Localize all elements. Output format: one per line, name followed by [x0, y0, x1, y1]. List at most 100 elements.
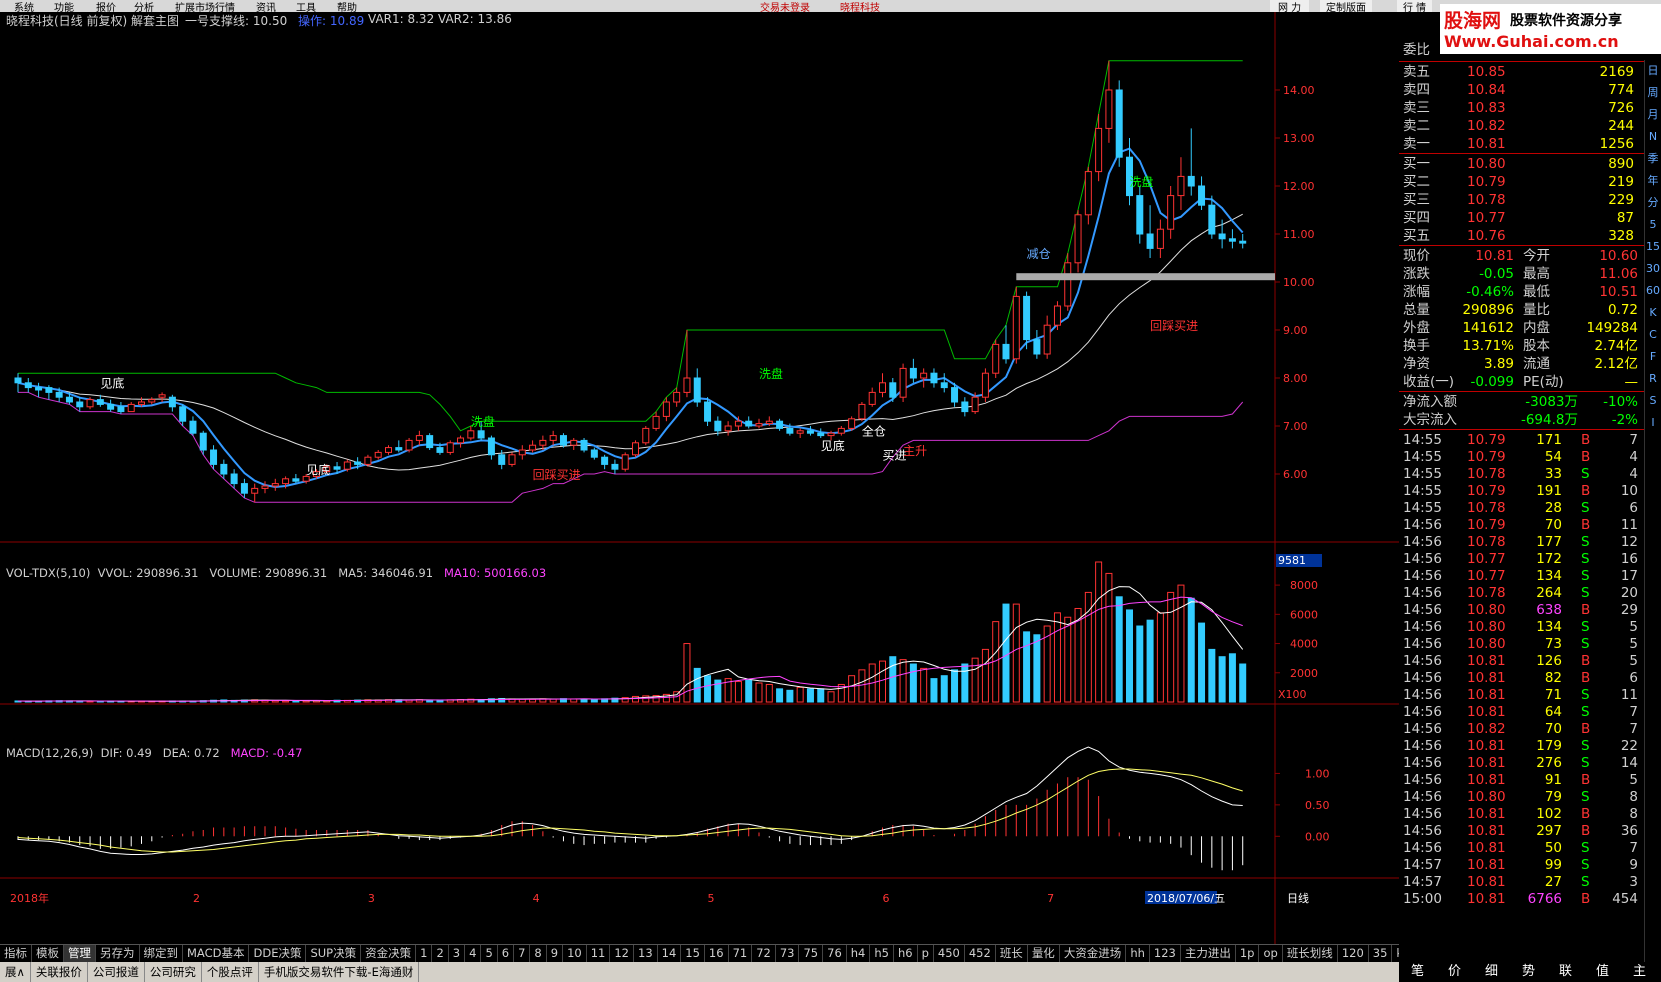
indicator-tab[interactable]: 123 [1150, 945, 1181, 962]
quote-view-tab[interactable]: 值 [1584, 962, 1621, 982]
indicator-tab[interactable]: 452 [965, 945, 996, 962]
stat-value: 2.12亿 [1594, 356, 1638, 372]
menu-trade-status[interactable]: 交易未登录 [760, 0, 810, 12]
indicator-tab[interactable]: 12 [610, 945, 634, 962]
period-button[interactable]: N [1645, 126, 1661, 148]
quote-view-tab[interactable]: 笔 [1399, 962, 1436, 982]
period-button[interactable]: I [1645, 412, 1661, 434]
status-link[interactable]: 个股点评 [202, 962, 259, 982]
period-button[interactable]: 季 [1645, 148, 1661, 170]
period-button[interactable]: F [1645, 346, 1661, 368]
indicator-tab[interactable]: 72 [752, 945, 776, 962]
status-link[interactable]: 公司研究 [145, 962, 202, 982]
candle-body [1002, 343, 1010, 360]
indicator-tab[interactable]: 5 [481, 945, 498, 962]
indicator-tab[interactable]: 2 [432, 945, 449, 962]
indicator-tab[interactable]: 75 [799, 945, 824, 962]
status-link[interactable]: 关联报价 [31, 962, 88, 982]
indicator-tab[interactable]: 8 [530, 945, 547, 962]
indicator-tab[interactable]: 120 [1338, 945, 1369, 962]
period-button[interactable]: K [1645, 302, 1661, 324]
menu-custom-layout[interactable]: 定制版面 [1320, 0, 1372, 12]
indicator-tab[interactable]: 11 [587, 945, 611, 962]
quote-view-tab[interactable]: 势 [1510, 962, 1547, 982]
indicator-tab[interactable]: 指标 [0, 945, 32, 962]
indicator-tab[interactable]: h6 [894, 945, 918, 962]
indicator-tab[interactable]: 6 [498, 945, 515, 962]
indicator-tab[interactable]: 1 [416, 945, 433, 962]
kline-chart-area[interactable]: 14.00 13.00 12.00 11.00 10.00 9.00 8.00 7.00 6.0… [0, 12, 1399, 944]
period-button[interactable]: S [1645, 390, 1661, 412]
indicator-tab[interactable]: 35 [1369, 945, 1393, 962]
indicator-tab[interactable]: hh [1126, 945, 1150, 962]
indicator-tab[interactable]: op [1259, 945, 1283, 962]
indicator-tab[interactable]: 9 [547, 945, 564, 962]
indicator-tab[interactable]: 4 [465, 945, 482, 962]
indicator-tab[interactable]: 模板 [32, 945, 64, 962]
menu-extended-market[interactable]: 扩展市场行情 [175, 0, 235, 12]
indicator-tab[interactable]: 班长划线 [1283, 945, 1338, 962]
indicator-tab[interactable]: p [918, 945, 934, 962]
indicator-tab[interactable]: DDE决策 [249, 945, 307, 962]
period-button[interactable]: 年 [1645, 170, 1661, 192]
menu-system[interactable]: 系统 [14, 0, 34, 12]
indicator-tab[interactable]: 另存为 [96, 945, 140, 962]
period-button[interactable]: R [1645, 368, 1661, 390]
candle-body [1012, 295, 1020, 360]
indicator-tab[interactable]: 15 [681, 945, 705, 962]
menu-function[interactable]: 功能 [54, 0, 74, 12]
indicator-tab[interactable]: SUP决策 [306, 945, 362, 962]
tick-price: 10.79 [1467, 432, 1506, 448]
indicator-tab[interactable]: 71 [729, 945, 753, 962]
menu-tools[interactable]: 工具 [296, 0, 316, 12]
candle-body [776, 420, 784, 429]
indicator-tab[interactable]: 绑定到 [140, 945, 183, 962]
period-button[interactable]: 60 [1645, 280, 1661, 302]
period-button[interactable]: 5 [1645, 214, 1661, 236]
menu-quote[interactable]: 报价 [96, 0, 116, 12]
menu-market-button[interactable]: 行 情 [1397, 0, 1433, 12]
period-button[interactable]: C [1645, 324, 1661, 346]
tick-volume: 126 [1536, 653, 1562, 669]
indicator-tab[interactable]: 7 [514, 945, 531, 962]
indicator-tab[interactable]: 主力进出 [1181, 945, 1236, 962]
indicator-tab[interactable]: 14 [658, 945, 682, 962]
indicator-tab[interactable]: 16 [705, 945, 729, 962]
menu-help[interactable]: 帮助 [337, 0, 357, 12]
indicator-tab[interactable]: 10 [563, 945, 587, 962]
quote-view-tab[interactable]: 联 [1547, 962, 1584, 982]
period-button[interactable]: 分 [1645, 192, 1661, 214]
indicator-tab[interactable]: 量化 [1028, 945, 1060, 962]
indicator-tab[interactable]: 1p [1236, 945, 1260, 962]
quote-view-tab[interactable]: 价 [1436, 962, 1473, 982]
menu-analysis[interactable]: 分析 [134, 0, 154, 12]
candle-body [1023, 295, 1031, 341]
indicator-tab[interactable]: MACD基本 [183, 945, 250, 962]
period-button[interactable]: 月 [1645, 104, 1661, 126]
indicator-tab[interactable]: 资金决策 [361, 945, 417, 962]
indicator-tab[interactable]: h5 [870, 945, 894, 962]
indicator-tab[interactable]: k1 [1392, 945, 1399, 962]
indicator-tab[interactable]: 13 [634, 945, 658, 962]
indicator-tab[interactable]: 73 [776, 945, 800, 962]
tick-side: S [1581, 466, 1590, 482]
menu-news[interactable]: 资讯 [256, 0, 276, 12]
tick-row: 14:56 10.80 638 B 29 [1399, 601, 1644, 619]
indicator-tab[interactable]: 76 [823, 945, 847, 962]
quote-view-tab[interactable]: 主 [1621, 962, 1658, 982]
indicator-tab[interactable]: 450 [934, 945, 965, 962]
status-link[interactable]: 公司报道 [88, 962, 145, 982]
period-button[interactable]: 30 [1645, 258, 1661, 280]
status-link[interactable]: 展∧ [0, 962, 31, 982]
indicator-tab[interactable]: 3 [449, 945, 466, 962]
status-link[interactable]: 手机版交易软件下载-E海通财 [259, 962, 420, 982]
period-button[interactable]: 周 [1645, 82, 1661, 104]
indicator-tab[interactable]: 管理 [64, 945, 96, 962]
period-button[interactable]: 日 [1645, 60, 1661, 82]
quote-view-tab[interactable]: 细 [1473, 962, 1510, 982]
period-button[interactable]: 15 [1645, 236, 1661, 258]
indicator-tab[interactable]: h4 [847, 945, 871, 962]
menu-net-button[interactable]: 网 力 [1270, 0, 1310, 12]
indicator-tab[interactable]: 班长 [996, 945, 1028, 962]
indicator-tab[interactable]: 大资金进场 [1060, 945, 1127, 962]
